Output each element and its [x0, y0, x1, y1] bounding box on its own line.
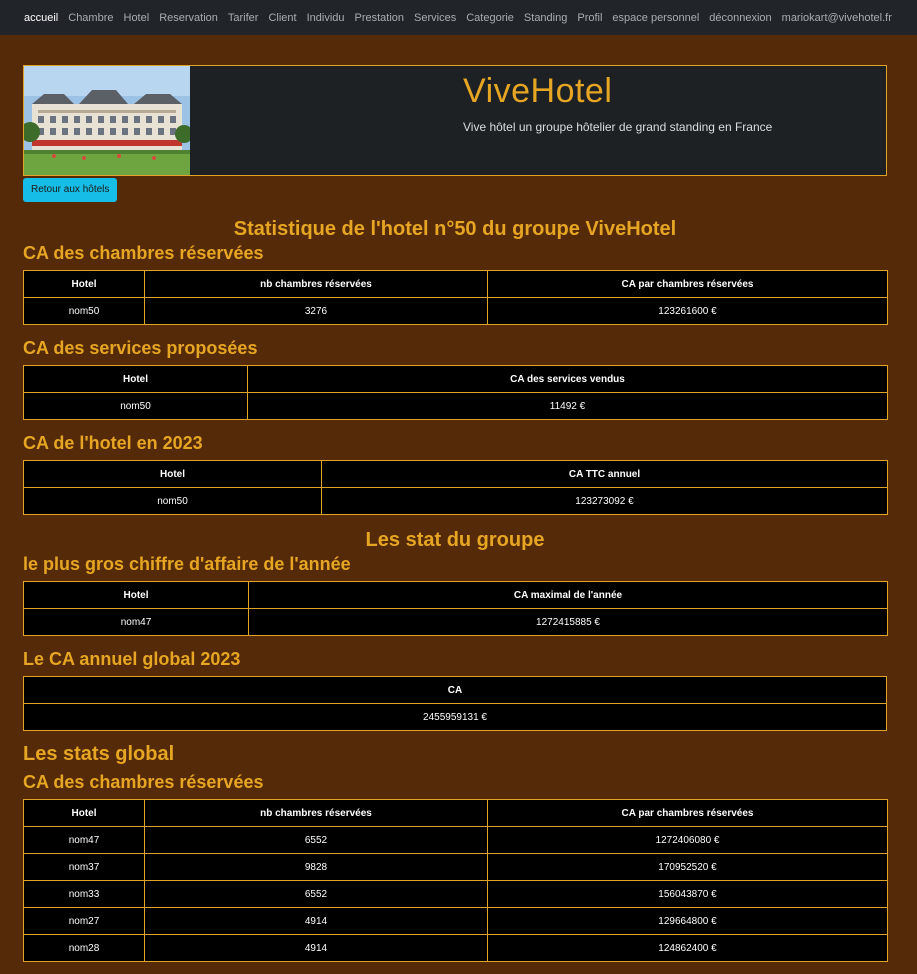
table-cell: 156043870 € — [487, 880, 888, 908]
table-cell: 124862400 € — [487, 934, 888, 962]
global-stats-title: Les stats global — [23, 743, 175, 765]
nav-link-standing[interactable]: Standing — [524, 12, 567, 24]
table-header-row: Hotel CA TTC annuel — [23, 460, 888, 488]
table-cell: 3276 — [144, 297, 488, 325]
group-global-table: CA 2455959131 € — [23, 676, 887, 731]
column-header: Hotel — [23, 270, 145, 298]
column-header: CA par chambres réservées — [487, 270, 888, 298]
brand-header: ViveHotel Vive hôtel un groupe hôtelier … — [23, 65, 887, 176]
table-cell: nom50 — [23, 297, 145, 325]
column-header: CA maximal de l'année — [248, 581, 888, 609]
section-title-group-max: le plus gros chiffre d'affaire de l'anné… — [23, 554, 351, 574]
table-cell: 1272415885 € — [248, 608, 888, 636]
brand-title: ViveHotel — [463, 72, 613, 110]
table-cell: nom37 — [23, 853, 145, 881]
nav-link-tarifer[interactable]: Tarifer — [228, 12, 259, 24]
table-row: nom47 6552 1272406080 € — [23, 826, 888, 854]
table-cell: 2455959131 € — [23, 703, 887, 731]
table-row: nom50 3276 123261600 € — [23, 297, 888, 325]
table-cell: nom47 — [23, 826, 145, 854]
table-cell: 6552 — [144, 880, 488, 908]
table-cell: 123261600 € — [487, 297, 888, 325]
nav-link-espace-personnel[interactable]: espace personnel — [612, 12, 699, 24]
nav-link-services[interactable]: Services — [414, 12, 456, 24]
table-cell: nom28 — [23, 934, 145, 962]
column-header: nb chambres réservées — [144, 270, 488, 298]
table-header-row: CA — [23, 676, 887, 704]
table-header-row: Hotel nb chambres réservées CA par chamb… — [23, 270, 888, 298]
brand-subtitle: Vive hôtel un groupe hôtelier de grand s… — [463, 120, 773, 134]
nav-link-client[interactable]: Client — [268, 12, 296, 24]
section-title-global-rooms: CA des chambres réservées — [23, 772, 264, 792]
table-cell: nom50 — [23, 392, 248, 420]
table-header-row: Hotel nb chambres réservées CA par chamb… — [23, 799, 888, 827]
table-cell: 129664800 € — [487, 907, 888, 935]
back-to-hotels-button[interactable]: Retour aux hôtels — [23, 178, 118, 202]
table-cell: nom50 — [23, 487, 322, 515]
table-row: nom27 4914 129664800 € — [23, 907, 888, 935]
nav-link-reservation[interactable]: Reservation — [159, 12, 218, 24]
main-content: ViveHotel Vive hôtel un groupe hôtelier … — [23, 65, 888, 974]
table-cell: 9828 — [144, 853, 488, 881]
table-cell: 4914 — [144, 934, 488, 962]
column-header: Hotel — [23, 365, 248, 393]
group-max-table: Hotel CA maximal de l'année nom47 127241… — [23, 581, 888, 636]
top-navbar: accueil Chambre Hotel Reservation Tarife… — [0, 0, 917, 35]
global-rooms-table: Hotel nb chambres réservées CA par chamb… — [23, 799, 888, 962]
table-row: nom37 9828 170952520 € — [23, 853, 888, 881]
nav-link-categorie[interactable]: Categorie — [466, 12, 514, 24]
section-title-hotel-annual: CA de l'hotel en 2023 — [23, 433, 203, 453]
table-cell: nom27 — [23, 907, 145, 935]
hotel-services-table: Hotel CA des services vendus nom50 11492… — [23, 365, 888, 420]
column-header: nb chambres réservées — [144, 799, 488, 827]
nav-link-accueil[interactable]: accueil — [24, 12, 58, 24]
page-title: Statistique de l'hotel n°50 du groupe Vi… — [233, 218, 677, 240]
nav-link-chambre[interactable]: Chambre — [68, 12, 113, 24]
table-cell: 4914 — [144, 907, 488, 935]
column-header: Hotel — [23, 581, 249, 609]
table-cell: 6552 — [144, 826, 488, 854]
hotel-annual-table: Hotel CA TTC annuel nom50 123273092 € — [23, 460, 888, 515]
table-cell: nom47 — [23, 608, 249, 636]
group-stats-title: Les stat du groupe — [365, 529, 545, 551]
table-row: nom28 4914 124862400 € — [23, 934, 888, 962]
hotel-rooms-table: Hotel nb chambres réservées CA par chamb… — [23, 270, 888, 325]
nav-link-prestation[interactable]: Prestation — [355, 12, 405, 24]
table-cell: 1272406080 € — [487, 826, 888, 854]
column-header: CA TTC annuel — [321, 460, 888, 488]
table-row: nom50 123273092 € — [23, 487, 888, 515]
nav-link-profil[interactable]: Profil — [577, 12, 602, 24]
table-cell: nom33 — [23, 880, 145, 908]
section-title-hotel-rooms: CA des chambres réservées — [23, 243, 264, 263]
table-header-row: Hotel CA des services vendus — [23, 365, 888, 393]
table-header-row: Hotel CA maximal de l'année — [23, 581, 888, 609]
table-cell: 170952520 € — [487, 853, 888, 881]
section-title-hotel-services: CA des services proposées — [23, 338, 258, 358]
column-header: CA par chambres réservées — [487, 799, 888, 827]
table-row: nom47 1272415885 € — [23, 608, 888, 636]
table-row: 2455959131 € — [23, 703, 887, 731]
table-cell: 11492 € — [247, 392, 888, 420]
nav-link-deconnexion[interactable]: déconnexion — [709, 12, 771, 24]
column-header: CA des services vendus — [247, 365, 888, 393]
hotel-photo — [24, 66, 190, 175]
nav-link-individu[interactable]: Individu — [307, 12, 345, 24]
column-header: CA — [23, 676, 887, 704]
column-header: Hotel — [23, 460, 322, 488]
nav-link-hotel[interactable]: Hotel — [124, 12, 150, 24]
table-row: nom50 11492 € — [23, 392, 888, 420]
table-cell: 123273092 € — [321, 487, 888, 515]
table-row: nom33 6552 156043870 € — [23, 880, 888, 908]
column-header: Hotel — [23, 799, 145, 827]
section-title-group-global: Le CA annuel global 2023 — [23, 649, 241, 669]
nav-link-user-email[interactable]: mariokart@vivehotel.fr — [782, 12, 892, 24]
